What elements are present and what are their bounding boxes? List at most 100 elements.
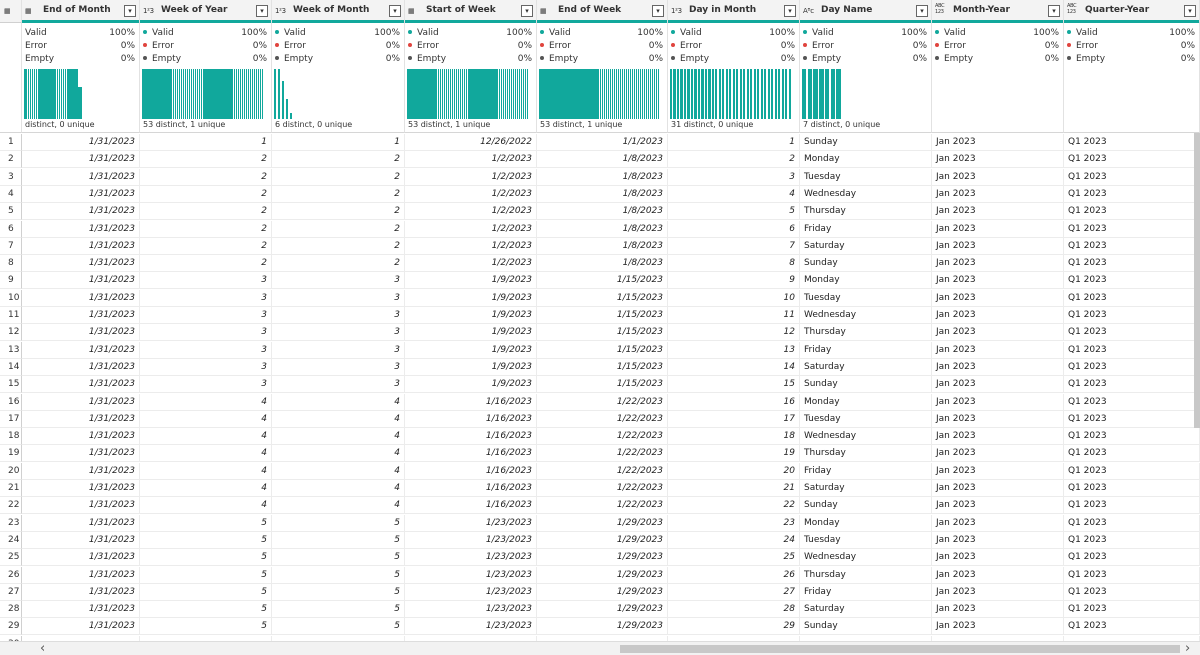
table-cell-woy[interactable]: 3 [140,376,272,394]
table-cell-dim[interactable]: 17 [668,410,800,428]
row-number[interactable]: 19 [0,445,22,463]
table-cell-woy[interactable]: 4 [140,410,272,428]
table-cell-dn[interactable]: Sunday [800,618,932,636]
table-cell-eom[interactable]: 1/31/2023 [22,203,140,221]
table-cell-my[interactable]: Jan 2023 [932,341,1064,359]
table-cell-qy[interactable]: Q1 2023 [1064,255,1200,273]
table-cell-qy[interactable]: Q1 2023 [1064,151,1200,169]
table-cell-dim[interactable]: 23 [668,514,800,532]
table-cell-woy[interactable]: 5 [140,618,272,636]
table-cell-my[interactable]: Jan 2023 [932,289,1064,307]
table-cell-my[interactable]: Jan 2023 [932,531,1064,549]
scroll-right-icon[interactable]: › [1185,642,1190,655]
table-cell-sow[interactable]: 1/23/2023 [405,566,537,584]
table-cell-eom[interactable]: 1/31/2023 [22,272,140,290]
table-cell-qy[interactable]: Q1 2023 [1064,393,1200,411]
table-cell-wom[interactable]: 5 [272,531,405,549]
table-cell-eom[interactable]: 1/31/2023 [22,289,140,307]
table-cell-dn[interactable]: Wednesday [800,549,932,567]
table-cell-woy[interactable]: 3 [140,324,272,342]
table-cell-eow[interactable]: 1/8/2023 [537,255,668,273]
table-cell-eow[interactable]: 1/15/2023 [537,307,668,324]
table-cell-wom[interactable]: 2 [272,151,405,169]
table-cell-eom[interactable]: 1/31/2023 [22,462,140,480]
table-cell-eom[interactable]: 1/31/2023 [22,255,140,273]
table-cell-wom[interactable]: 5 [272,566,405,584]
table-cell-dim[interactable]: 11 [668,307,800,324]
table-cell-qy[interactable]: Q1 2023 [1064,480,1200,497]
table-cell-eom[interactable]: 1/31/2023 [22,445,140,463]
table-cell-eom[interactable]: 1/31/2023 [22,220,140,238]
table-cell-my[interactable]: Jan 2023 [932,393,1064,411]
table-cell-my[interactable]: Jan 2023 [932,480,1064,497]
table-cell-qy[interactable]: Q1 2023 [1064,324,1200,342]
table-cell-wom[interactable]: 2 [272,220,405,238]
table-cell-woy[interactable]: 2 [140,237,272,255]
table-cell-eow[interactable]: 1/29/2023 [537,514,668,532]
table-cell-sow[interactable]: 1/23/2023 [405,583,537,601]
table-cell-sow[interactable]: 1/23/2023 [405,514,537,532]
row-number[interactable]: 17 [0,410,22,428]
table-cell-wom[interactable]: 3 [272,341,405,359]
table-cell-sow[interactable]: 1/9/2023 [405,272,537,290]
horizontal-scrollbar[interactable]: ‹ › [0,641,1200,655]
table-cell-dn[interactable]: Tuesday [800,410,932,428]
table-cell-qy[interactable]: Q1 2023 [1064,307,1200,324]
table-cell-woy[interactable]: 4 [140,428,272,446]
table-cell-eom[interactable]: 1/31/2023 [22,497,140,515]
table-cell-dn[interactable]: Tuesday [800,531,932,549]
table-cell-woy[interactable]: 2 [140,185,272,203]
table-cell-sow[interactable]: 1/9/2023 [405,289,537,307]
table-cell-eow[interactable]: 1/1/2023 [537,134,668,151]
table-cell-eom[interactable]: 1/31/2023 [22,583,140,601]
table-cell-qy[interactable]: Q1 2023 [1064,497,1200,515]
table-cell-woy[interactable]: 3 [140,289,272,307]
table-cell-qy[interactable]: Q1 2023 [1064,272,1200,290]
table-cell-eow[interactable]: 1/15/2023 [537,376,668,394]
table-cell-woy[interactable]: 3 [140,307,272,324]
table-cell-qy[interactable]: Q1 2023 [1064,549,1200,567]
table-cell-dn[interactable]: Sunday [800,376,932,394]
table-cell-woy[interactable]: 5 [140,566,272,584]
table-cell-wom[interactable]: 5 [272,549,405,567]
table-cell-sow[interactable]: 1/16/2023 [405,428,537,446]
table-cell-dn[interactable]: Friday [800,583,932,601]
table-cell-dim[interactable]: 24 [668,531,800,549]
table-cell-woy[interactable]: 2 [140,203,272,221]
table-cell-sow[interactable]: 1/9/2023 [405,376,537,394]
table-cell-sow[interactable]: 1/16/2023 [405,410,537,428]
table-cell-dn[interactable]: Saturday [800,480,932,497]
row-number[interactable]: 27 [0,583,22,601]
table-cell-eom[interactable]: 1/31/2023 [22,514,140,532]
table-cell-my[interactable]: Jan 2023 [932,203,1064,221]
table-cell-qy[interactable]: Q1 2023 [1064,618,1200,636]
table-cell-eow[interactable]: 1/22/2023 [537,480,668,497]
table-cell-wom[interactable]: 3 [272,272,405,290]
row-number[interactable]: 3 [0,168,22,186]
table-cell-dn[interactable]: Tuesday [800,289,932,307]
table-cell-eow[interactable]: 1/29/2023 [537,618,668,636]
table-cell-dn[interactable]: Wednesday [800,428,932,446]
table-cell-eom[interactable]: 1/31/2023 [22,410,140,428]
table-cell-dn[interactable]: Monday [800,514,932,532]
table-cell-qy[interactable]: Q1 2023 [1064,410,1200,428]
table-cell-eow[interactable]: 1/15/2023 [537,324,668,342]
row-number[interactable]: 23 [0,514,22,532]
table-cell-eom[interactable]: 1/31/2023 [22,307,140,324]
table-cell-qy[interactable]: Q1 2023 [1064,566,1200,584]
table-cell-dim[interactable]: 1 [668,134,800,151]
table-cell-wom[interactable]: 4 [272,410,405,428]
row-number[interactable]: 28 [0,601,22,619]
number-type-icon[interactable]: 1²3 [143,5,154,17]
row-number[interactable]: 4 [0,185,22,203]
table-cell-dim[interactable]: 29 [668,618,800,636]
table-cell-dim[interactable]: 25 [668,549,800,567]
table-cell-sow[interactable]: 1/9/2023 [405,358,537,376]
table-cell-woy[interactable]: 3 [140,272,272,290]
table-cell-eom[interactable]: 1/31/2023 [22,324,140,342]
table-cell-my[interactable]: Jan 2023 [932,376,1064,394]
table-cell-sow[interactable]: 1/2/2023 [405,185,537,203]
table-cell-dim[interactable]: 7 [668,237,800,255]
any-type-icon[interactable]: ABC 123 [935,3,945,15]
table-cell-eow[interactable]: 1/29/2023 [537,566,668,584]
